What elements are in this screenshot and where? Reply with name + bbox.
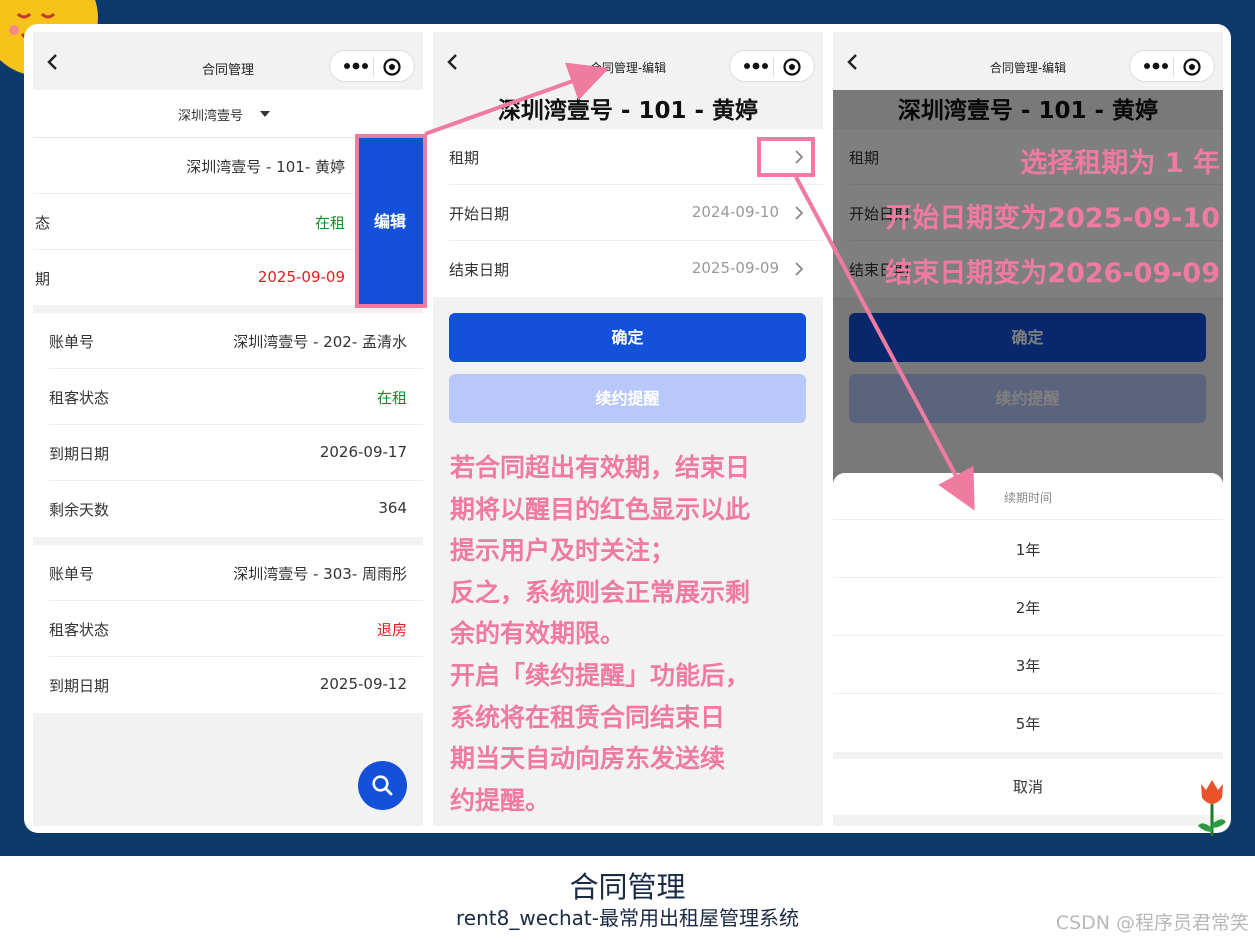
caption-title: 合同管理 [569,870,686,904]
annotation-arrows [424,62,975,511]
watermark: CSDN @程序员君常笑 [1055,912,1249,934]
